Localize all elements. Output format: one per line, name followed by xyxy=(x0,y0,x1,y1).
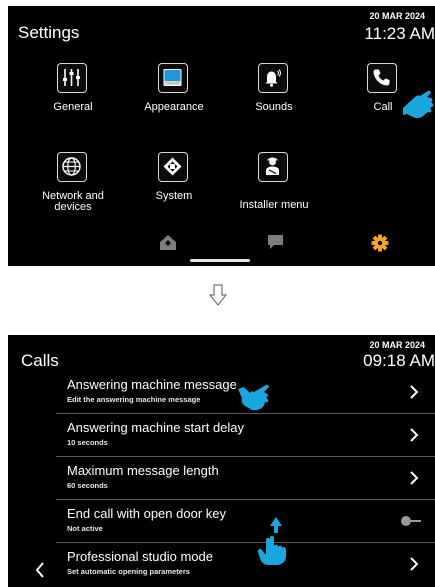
date-display: 20 MAR 2024 xyxy=(369,11,425,21)
home-indicator[interactable] xyxy=(190,259,250,262)
pointer-hand-icon xyxy=(403,90,434,119)
page-title: Calls xyxy=(21,351,59,370)
row-subtitle: 60 seconds xyxy=(67,481,108,490)
row-title: Maximum message length xyxy=(67,463,219,478)
row-professional-studio-mode[interactable]: Professional studio mode Set automatic o… xyxy=(56,544,435,586)
tile-installer-menu[interactable]: Installer menu xyxy=(224,152,324,222)
gear-icon[interactable] xyxy=(371,234,389,252)
row-title: End call with open door key xyxy=(67,506,226,521)
tile-label: General xyxy=(53,101,93,113)
home-icon[interactable] xyxy=(159,234,177,251)
swipe-up-hand-icon xyxy=(257,517,286,565)
chevron-left-icon[interactable] xyxy=(35,561,45,579)
sliders-icon xyxy=(57,63,87,93)
globe-icon xyxy=(57,152,87,182)
row-subtitle: Edit the answering machine message xyxy=(67,395,201,404)
row-subtitle: Not active xyxy=(67,524,103,533)
tile-system[interactable]: System xyxy=(124,152,224,222)
tile-network-and-devices[interactable]: Network and devices xyxy=(23,152,123,222)
message-icon[interactable] xyxy=(267,234,284,251)
row-end-call-with-open-door-key[interactable]: End call with open door key Not active xyxy=(56,501,435,543)
settings-screen: Settings 20 MAR 2024 11:23 AM General Ap… xyxy=(8,6,435,266)
phone-icon xyxy=(367,63,397,93)
installer-icon xyxy=(258,152,288,182)
down-arrow-icon xyxy=(209,284,227,306)
time-display: 11:23 AM xyxy=(364,24,435,43)
bell-icon xyxy=(258,63,288,93)
calls-screen: Calls 20 MAR 2024 09:18 AM Answering mac… xyxy=(8,335,435,587)
time-display: 09:18 AM xyxy=(363,351,435,370)
tile-label: Installer menu xyxy=(239,199,309,211)
tile-sounds[interactable]: Sounds xyxy=(224,63,324,133)
chip-icon xyxy=(158,152,188,182)
chevron-right-icon[interactable] xyxy=(409,556,419,572)
chevron-right-icon[interactable] xyxy=(409,427,419,443)
row-title: Professional studio mode xyxy=(67,549,213,564)
tile-label: Sounds xyxy=(255,101,293,113)
row-answering-machine-start-delay[interactable]: Answering machine start delay 10 seconds xyxy=(56,415,435,457)
row-subtitle: Set automatic opening parameters xyxy=(67,567,190,576)
row-title: Answering machine message xyxy=(67,377,237,392)
tile-appearance[interactable]: Appearance xyxy=(124,63,224,133)
page-title: Settings xyxy=(18,23,80,42)
toggle-switch[interactable] xyxy=(400,515,422,527)
tile-label: System xyxy=(155,190,193,202)
page: Settings 20 MAR 2024 11:23 AM General Ap… xyxy=(0,0,435,587)
date-display: 20 MAR 2024 xyxy=(369,340,425,350)
row-title: Answering machine start delay xyxy=(67,420,245,435)
tile-label: Appearance xyxy=(144,101,204,113)
tile-label: Network and devices xyxy=(42,190,104,213)
chevron-right-icon[interactable] xyxy=(409,470,419,486)
row-subtitle: 10 seconds xyxy=(67,438,108,447)
chevron-right-icon[interactable] xyxy=(409,384,419,400)
pointer-hand-icon xyxy=(238,384,269,411)
display-icon xyxy=(158,63,188,93)
row-maximum-message-length[interactable]: Maximum message length 60 seconds xyxy=(56,458,435,500)
tile-general[interactable]: General xyxy=(23,63,123,133)
